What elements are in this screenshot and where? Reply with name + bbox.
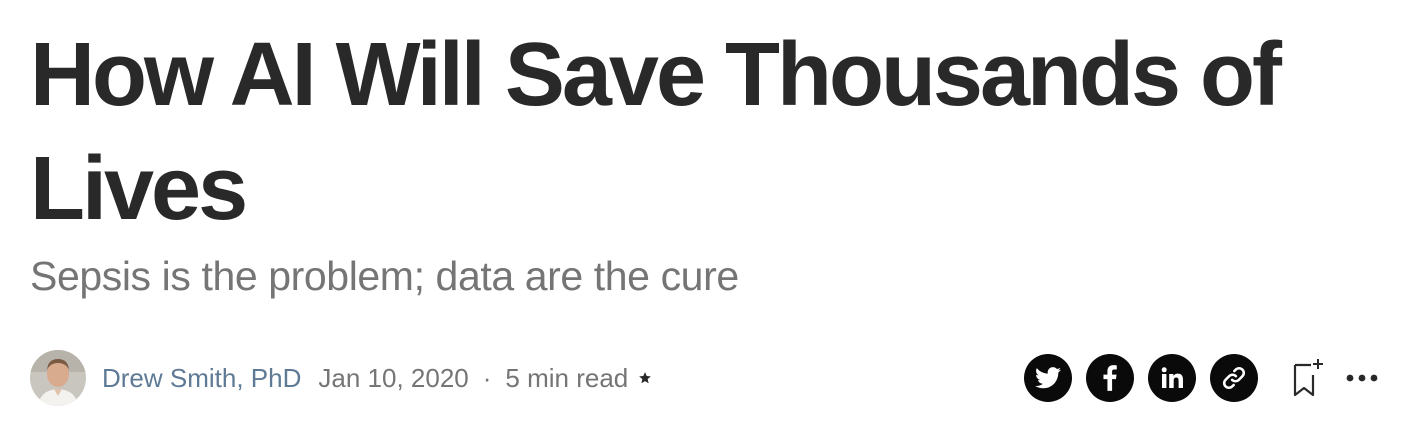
share-twitter-button[interactable] xyxy=(1024,354,1072,402)
facebook-icon xyxy=(1103,365,1117,391)
publish-date: Jan 10, 2020 xyxy=(318,362,469,393)
more-options-button[interactable] xyxy=(1342,354,1382,402)
read-time: 5 min read xyxy=(505,362,629,393)
article-subtitle: Sepsis is the problem; data are the cure xyxy=(30,253,739,299)
link-icon xyxy=(1222,366,1246,390)
twitter-icon xyxy=(1035,367,1061,389)
linkedin-icon xyxy=(1161,367,1183,388)
meta-separator: · xyxy=(482,362,492,393)
avatar[interactable] xyxy=(30,350,86,406)
author-name-link[interactable]: Drew Smith, PhD xyxy=(102,363,301,394)
copy-link-button[interactable] xyxy=(1210,354,1258,402)
share-facebook-button[interactable] xyxy=(1086,354,1134,402)
share-bar xyxy=(1024,354,1382,402)
member-only-star-icon xyxy=(639,372,652,384)
share-linkedin-button[interactable] xyxy=(1148,354,1196,402)
article-title: How AI Will Save Thousands of Lives xyxy=(30,25,1282,239)
bookmark-button[interactable] xyxy=(1288,354,1328,402)
byline: Drew Smith, PhD Jan 10, 2020 · 5 min rea… xyxy=(30,350,652,406)
bookmark-add-icon xyxy=(1293,359,1323,397)
more-horizontal-icon xyxy=(1346,374,1378,382)
